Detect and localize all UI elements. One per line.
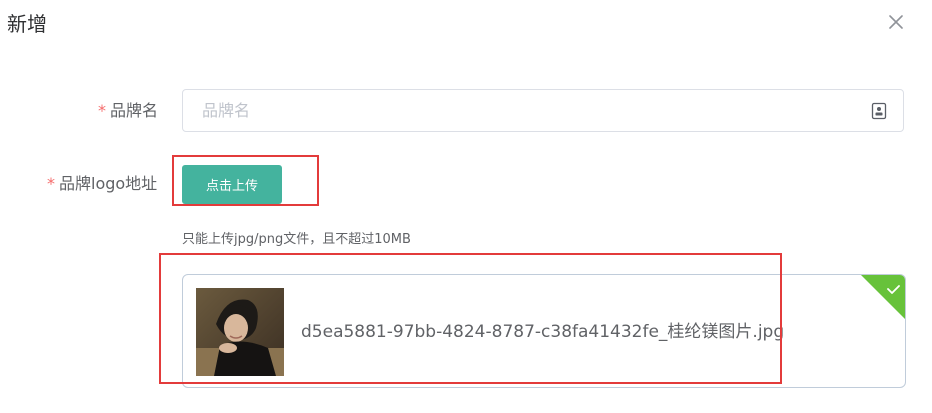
upload-tip: 只能上传jpg/png文件，且不超过10MB [182, 232, 411, 247]
required-mark: * [47, 174, 55, 193]
brand-name-label: * 品牌名 [98, 99, 158, 123]
brand-name-field [182, 89, 904, 132]
contact-card-icon[interactable] [871, 102, 887, 120]
brand-logo-label: * 品牌logo地址 [47, 172, 157, 196]
file-name: d5ea5881-97bb-4824-8787-c38fa41432fe_桂纶镁… [301, 322, 785, 342]
required-mark: * [98, 101, 106, 120]
uploaded-file-item[interactable]: d5ea5881-97bb-4824-8787-c38fa41432fe_桂纶镁… [182, 274, 906, 388]
upload-button[interactable]: 点击上传 [182, 165, 282, 204]
close-button[interactable] [884, 10, 908, 34]
dialog-title: 新增 [7, 12, 47, 36]
upload-success-badge [861, 275, 905, 319]
brand-logo-label-text: 品牌logo地址 [59, 174, 158, 193]
photo-thumbnail [196, 288, 284, 376]
brand-name-input[interactable] [183, 90, 863, 131]
photo-thumbnail-image [196, 288, 284, 376]
brand-name-label-text: 品牌名 [110, 101, 159, 120]
close-icon [889, 15, 903, 29]
